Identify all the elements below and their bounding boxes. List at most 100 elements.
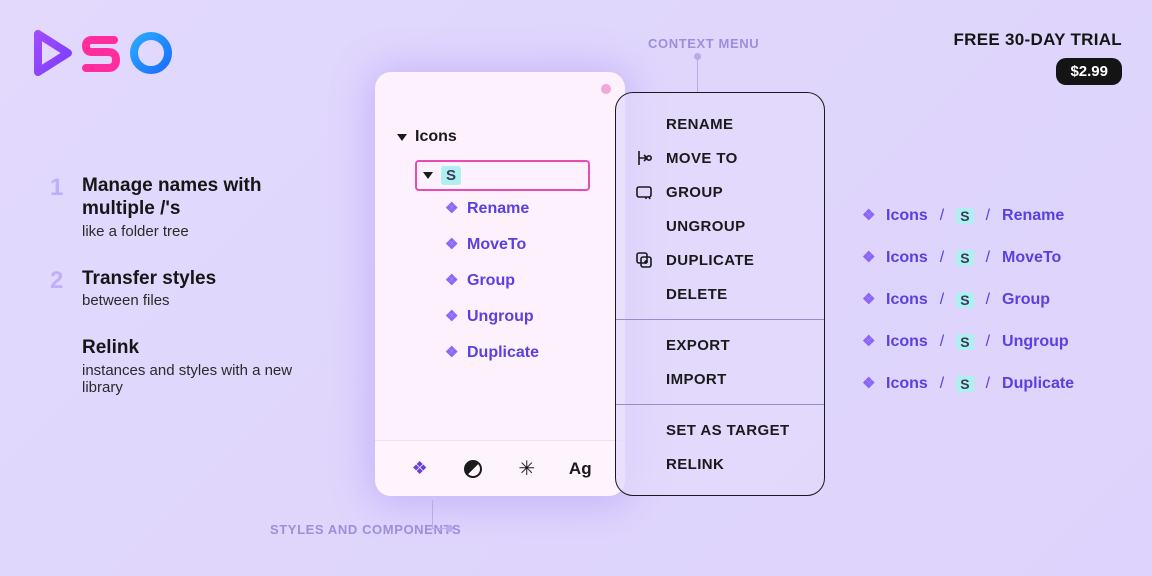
tree-leaf-label: Group — [467, 272, 515, 290]
ctx-relink[interactable]: RELINK — [616, 447, 824, 481]
path-item: Icons/ S/ Duplicate — [862, 363, 1074, 405]
ctx-delete[interactable]: DELETE — [616, 277, 824, 311]
path-leaf: Ungroup — [1002, 333, 1069, 351]
tree-root-row[interactable]: Icons — [397, 122, 603, 152]
path-list: Icons/ S/ Rename Icons/ S/ MoveTo Icons/… — [862, 195, 1074, 405]
context-menu: RENAME MOVE TO GROUP UNGROUP DUPLICATE D… — [615, 92, 825, 496]
ctx-label: DUPLICATE — [666, 252, 754, 269]
callout-line — [432, 500, 433, 528]
feature-subtitle: like a folder tree — [82, 223, 310, 240]
tree-leaf-label: Ungroup — [467, 308, 534, 326]
trial-text: FREE 30-DAY TRIAL — [953, 30, 1122, 50]
path-item: Icons/ S/ Rename — [862, 195, 1074, 237]
logo-play-icon — [30, 28, 76, 78]
callout-line — [697, 56, 698, 92]
path-leaf: Group — [1002, 291, 1050, 309]
ctx-move-to[interactable]: MOVE TO — [616, 141, 824, 175]
ctx-set-target[interactable]: SET AS TARGET — [616, 413, 824, 447]
ctx-label: IMPORT — [666, 371, 727, 388]
colors-tab-icon[interactable] — [462, 458, 484, 480]
callout-dot — [446, 525, 453, 532]
tree-leaf[interactable]: Ungroup — [445, 299, 603, 335]
ctx-separator — [616, 404, 824, 405]
feature-3: . Relink instances and styles with a new… — [50, 337, 310, 396]
chevron-down-icon — [423, 172, 433, 179]
ctx-duplicate[interactable]: DUPLICATE — [616, 243, 824, 277]
path-prefix: Icons — [886, 375, 928, 393]
ctx-separator — [616, 319, 824, 320]
components-tab-icon[interactable] — [409, 458, 431, 480]
component-icon — [445, 310, 459, 324]
feature-title: Manage names with multiple /'s — [82, 175, 310, 221]
tree-leaf[interactable]: Duplicate — [445, 335, 603, 371]
path-mid: S — [956, 376, 973, 392]
tree-leaf[interactable]: Group — [445, 263, 603, 299]
price-badge[interactable]: $2.99 — [1056, 58, 1122, 85]
ctx-label: SET AS TARGET — [666, 422, 790, 439]
path-prefix: Icons — [886, 249, 928, 267]
context-menu-callout: CONTEXT MENU — [648, 36, 759, 51]
logo-s-icon — [78, 28, 124, 78]
ctx-label: MOVE TO — [666, 150, 738, 167]
panel-close-dot[interactable] — [601, 84, 611, 94]
ctx-export[interactable]: EXPORT — [616, 328, 824, 362]
component-icon — [862, 335, 876, 349]
duplicate-icon — [634, 250, 654, 270]
path-mid: S — [956, 334, 973, 350]
path-item: Icons/ S/ Ungroup — [862, 321, 1074, 363]
feature-list: 1 Manage names with multiple /'s like a … — [50, 175, 310, 424]
ctx-import[interactable]: IMPORT — [616, 362, 824, 396]
ctx-label: RENAME — [666, 116, 733, 133]
feature-2: 2 Transfer styles between files — [50, 268, 310, 310]
component-icon — [445, 202, 459, 216]
ctx-label: EXPORT — [666, 337, 730, 354]
panel-footer: Ag — [375, 440, 625, 496]
component-icon — [862, 377, 876, 391]
path-mid: S — [956, 250, 973, 266]
styles-panel: Icons S Rename MoveTo Group Ungroup — [375, 72, 625, 496]
path-leaf: Duplicate — [1002, 375, 1074, 393]
tree-selected-row[interactable]: S — [415, 160, 590, 191]
tree-leaf-label: Duplicate — [467, 344, 539, 362]
tree-leaf-label: Rename — [467, 200, 529, 218]
ctx-label: GROUP — [666, 184, 723, 201]
feature-number: 1 — [50, 175, 68, 240]
tree-leaf[interactable]: Rename — [445, 191, 603, 227]
ctx-label: RELINK — [666, 456, 724, 473]
component-icon — [445, 274, 459, 288]
ctx-ungroup[interactable]: UNGROUP — [616, 209, 824, 243]
feature-subtitle: instances and styles with a new library — [82, 362, 310, 396]
path-prefix: Icons — [886, 207, 928, 225]
ctx-label: DELETE — [666, 286, 728, 303]
feature-1: 1 Manage names with multiple /'s like a … — [50, 175, 310, 240]
component-icon — [445, 238, 459, 252]
path-leaf: MoveTo — [1002, 249, 1061, 267]
logo — [30, 28, 176, 78]
ctx-group[interactable]: GROUP — [616, 175, 824, 209]
move-to-icon — [634, 148, 654, 168]
chevron-down-icon — [397, 134, 407, 141]
path-item: Icons/ S/ Group — [862, 279, 1074, 321]
tree-leaf[interactable]: MoveTo — [445, 227, 603, 263]
component-icon — [445, 346, 459, 360]
path-prefix: Icons — [886, 291, 928, 309]
ctx-rename[interactable]: RENAME — [616, 107, 824, 141]
tree-selected-label: S — [441, 166, 461, 185]
logo-circle-icon — [126, 28, 176, 78]
path-mid: S — [956, 208, 973, 224]
effects-tab-icon[interactable] — [516, 458, 538, 480]
component-icon — [862, 209, 876, 223]
component-tree: Icons S Rename MoveTo Group Ungroup — [375, 72, 625, 440]
group-icon — [634, 182, 654, 202]
path-item: Icons/ S/ MoveTo — [862, 237, 1074, 279]
ctx-label: UNGROUP — [666, 218, 745, 235]
tree-leaf-label: MoveTo — [467, 236, 526, 254]
path-leaf: Rename — [1002, 207, 1064, 225]
feature-title: Relink — [82, 337, 310, 360]
feature-number: 2 — [50, 268, 68, 310]
text-tab-icon[interactable]: Ag — [569, 458, 591, 480]
feature-subtitle: between files — [82, 292, 310, 309]
feature-title: Transfer styles — [82, 268, 310, 291]
component-icon — [862, 251, 876, 265]
path-mid: S — [956, 292, 973, 308]
